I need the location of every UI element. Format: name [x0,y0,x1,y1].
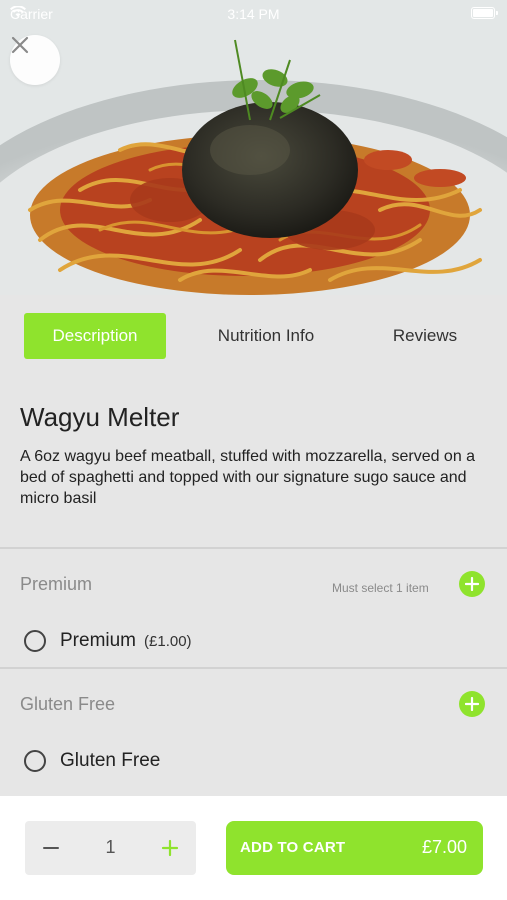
spaghetti-meatball-illustration [0,0,507,295]
expand-premium-button[interactable] [459,571,485,597]
option-group-title-gluten-free: Gluten Free [20,694,116,714]
option-group-note: Must select 1 item [332,581,429,595]
plus-icon [465,577,479,591]
tab-bar: Description Nutrition Info Reviews [0,295,507,377]
tab-description[interactable]: Description [24,313,166,359]
close-icon [11,36,29,54]
plus-icon [465,697,479,711]
add-to-cart-button[interactable]: ADD TO CART £7.00 [226,821,483,875]
option-name: Premium [60,630,137,651]
add-to-cart-label: ADD TO CART [240,839,346,856]
status-bar: Carrier 3:14 PM [0,0,507,28]
radio-button[interactable] [24,630,46,652]
cart-price: £7.00 [421,837,467,857]
option-row-premium[interactable]: Premium (£1.00) [24,630,192,652]
option-price: (£1.00) [144,632,192,650]
option-name: Gluten Free [60,750,161,771]
quantity-stepper: 1 [25,821,196,875]
status-time: 3:14 PM [227,6,280,22]
battery-icon [471,7,498,19]
cart-bar: 1 ADD TO CART £7.00 [0,796,507,900]
option-group-title-premium: Premium [20,574,93,594]
section-divider [0,547,507,549]
option-row-gluten-free[interactable]: Gluten Free [24,750,160,772]
expand-gluten-free-button[interactable] [459,691,485,717]
close-button[interactable] [10,35,60,85]
product-description: A 6oz wagyu beef meatball, stuffed with … [20,448,476,507]
tab-reviews[interactable]: Reviews [365,313,485,359]
plus-icon[interactable] [158,836,182,860]
product-title: Wagyu Melter [20,402,180,432]
radio-button[interactable] [24,750,46,772]
section-divider [0,667,507,669]
hero-food-image: Carrier 3:14 PM [0,0,507,295]
tab-nutrition-info[interactable]: Nutrition Info [196,313,336,359]
